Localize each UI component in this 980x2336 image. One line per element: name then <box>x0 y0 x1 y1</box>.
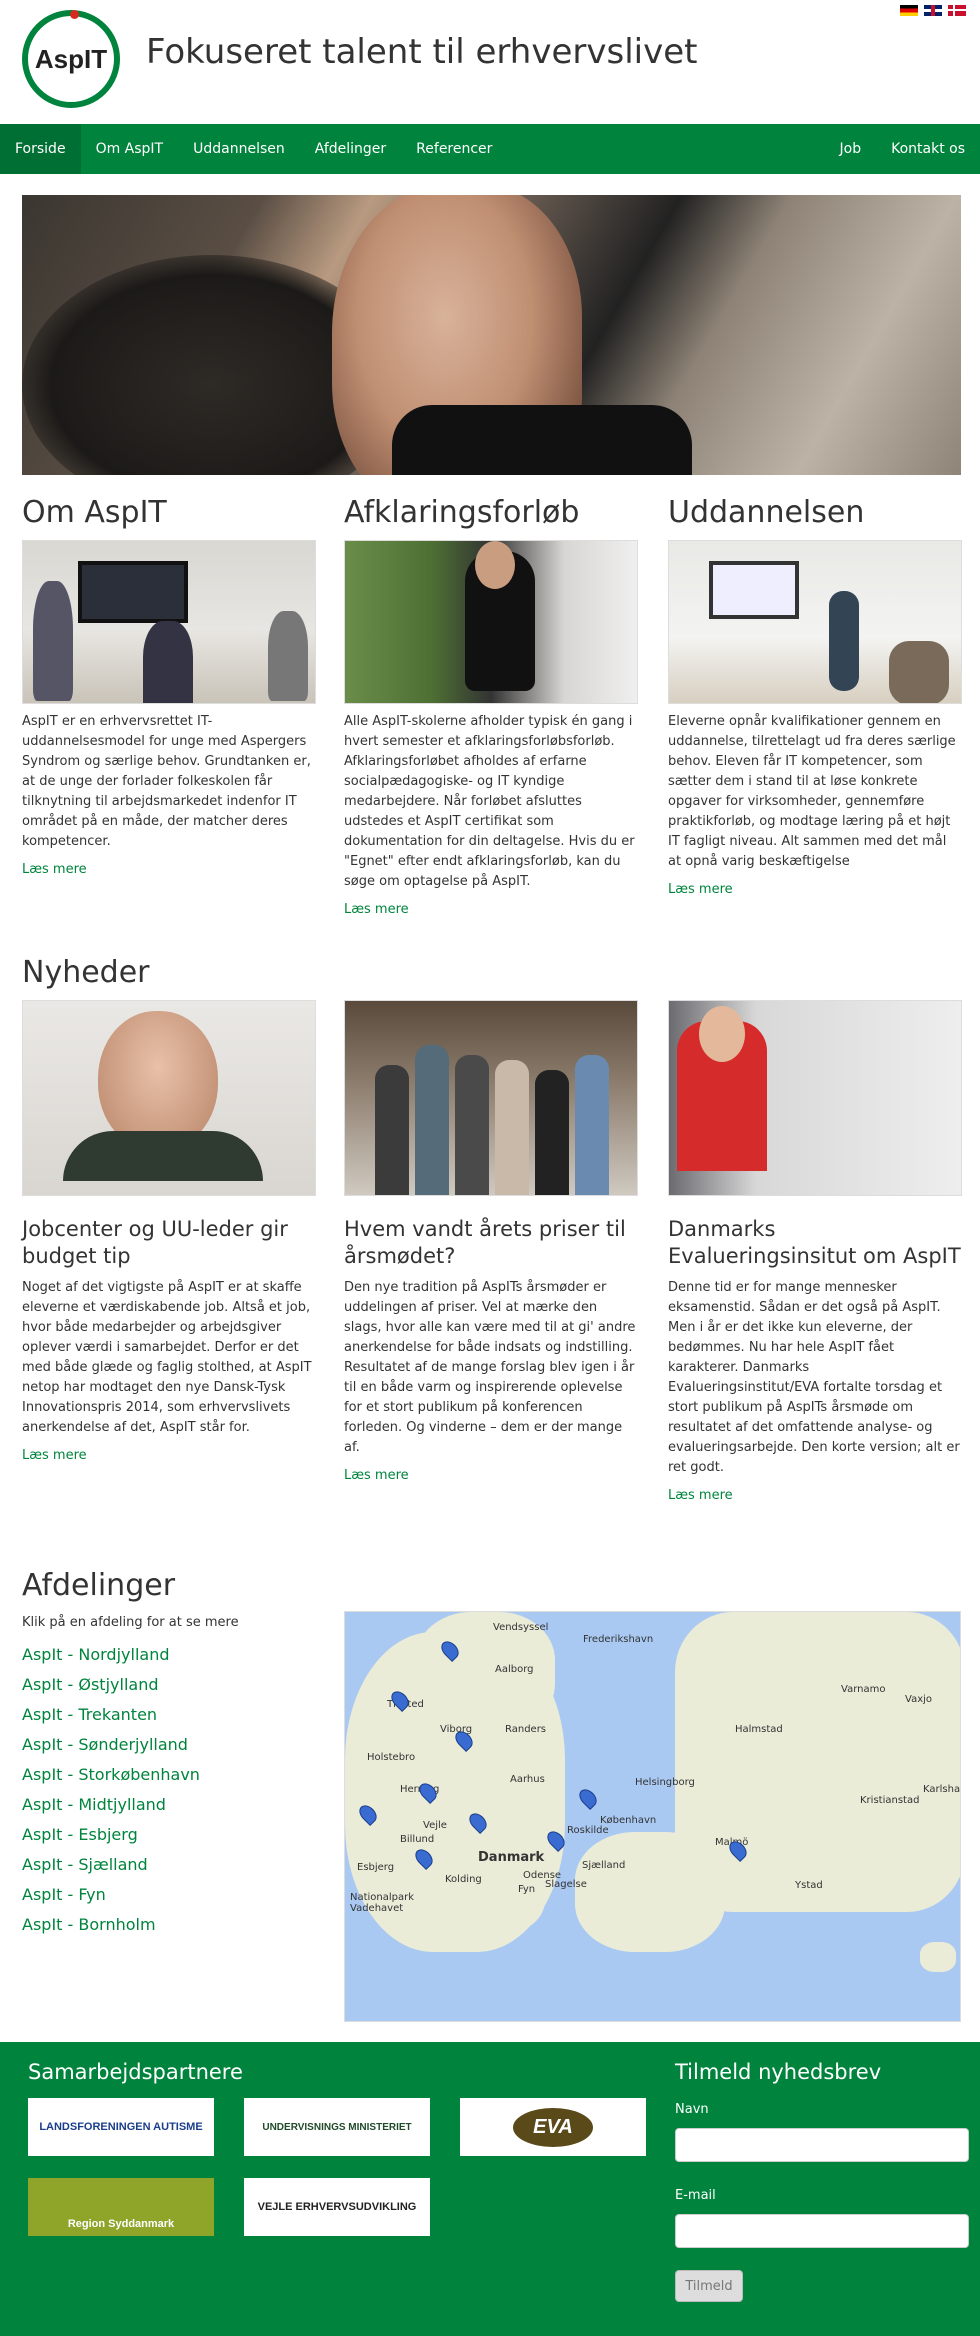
news-image-1[interactable] <box>22 1000 316 1196</box>
partner-logo-vejle[interactable]: VEJLE ERHVERVSUDVIKLING <box>244 2178 430 2236</box>
email-field[interactable] <box>675 2214 969 2248</box>
map-label: Ystad <box>795 1880 823 1891</box>
map-label: Sjælland <box>582 1860 626 1871</box>
map-label: Karlshamn <box>923 1784 961 1795</box>
department-link[interactable]: AspIt - Bornholm <box>22 1910 200 1940</box>
nav-item-om-aspit[interactable]: Om AspIT <box>81 124 179 174</box>
departments-list: AspIt - Nordjylland AspIt - Østjylland A… <box>22 1640 200 1940</box>
news-item: Jobcenter og UU-leder gir budget tip Nog… <box>22 1000 316 1463</box>
map-label: Vendsyssel <box>493 1622 549 1633</box>
department-link[interactable]: AspIt - Sjælland <box>22 1850 200 1880</box>
nav-item-forside[interactable]: Forside <box>0 124 81 174</box>
news-headline-3[interactable]: Danmarks Evalueringsinsitut om AspIT <box>668 1216 962 1270</box>
news-image-2[interactable] <box>344 1000 638 1196</box>
news-image-3[interactable] <box>668 1000 962 1196</box>
map-label: Billund <box>400 1834 435 1845</box>
map-label: Roskilde <box>567 1825 609 1836</box>
hero-image <box>22 195 961 475</box>
subscribe-button[interactable]: Tilmeld <box>675 2270 743 2302</box>
eva-label: EVA <box>513 2107 593 2147</box>
news-text-3: Denne tid er for mange mennesker eksamen… <box>668 1280 960 1475</box>
email-label: E-mail <box>675 2188 716 2203</box>
site-header: AspIT Fokuseret talent til erhvervslivet <box>0 0 980 124</box>
section-title-afklaring: Afklaringsforløb <box>344 495 580 530</box>
nav-item-uddannelsen[interactable]: Uddannelsen <box>178 124 300 174</box>
section-title-uddannelsen: Uddannelsen <box>668 495 865 530</box>
uddannelsen-read-more-link[interactable]: Læs mere <box>668 882 962 897</box>
om-aspit-column: AspIT er en erhvervsrettet IT-uddannelse… <box>22 540 316 877</box>
news-read-more-link-2[interactable]: Læs mere <box>344 1468 638 1483</box>
map-label: Kolding <box>445 1874 482 1885</box>
partner-logo-undervisningsministeriet[interactable]: UNDERVISNINGS MINISTERIET <box>244 2098 430 2156</box>
departments-intro: Klik på en afdeling for at se mere <box>22 1615 239 1630</box>
partner-logo-eva[interactable]: EVA <box>460 2098 646 2156</box>
uddannelsen-image[interactable] <box>668 540 962 704</box>
map-label: Aarhus <box>510 1774 545 1785</box>
nav-item-afdelinger[interactable]: Afdelinger <box>300 124 401 174</box>
partner-logo-autisme[interactable]: LANDSFORENINGEN AUTISME <box>28 2098 214 2156</box>
department-link[interactable]: AspIt - Midtjylland <box>22 1790 200 1820</box>
map-label: Helsingborg <box>635 1777 695 1788</box>
afklaring-column: Alle AspIT-skolerne afholder typisk én g… <box>344 540 638 917</box>
newsletter-title: Tilmeld nyhedsbrev <box>675 2060 882 2084</box>
department-link[interactable]: AspIt - Trekanten <box>22 1700 200 1730</box>
department-link[interactable]: AspIt - Sønderjylland <box>22 1730 200 1760</box>
map-label: Esbjerg <box>357 1862 395 1873</box>
map-label: Frederikshavn <box>583 1634 654 1645</box>
name-label: Navn <box>675 2102 709 2117</box>
partners-title: Samarbejdspartnere <box>28 2060 243 2084</box>
afklaring-text: Alle AspIT-skolerne afholder typisk én g… <box>344 714 635 889</box>
om-aspit-text: AspIT er en erhvervsrettet IT-uddannelse… <box>22 714 311 849</box>
logo-text: AspIT <box>34 43 108 74</box>
om-aspit-read-more-link[interactable]: Læs mere <box>22 862 316 877</box>
department-link[interactable]: AspIt - Fyn <box>22 1880 200 1910</box>
nav-right: Job Kontakt os <box>825 124 980 174</box>
news-read-more-link-3[interactable]: Læs mere <box>668 1488 962 1503</box>
uddannelsen-column: Eleverne opnår kvalifikationer gennem en… <box>668 540 962 897</box>
departments-title: Afdelinger <box>22 1568 176 1603</box>
map-label: Randers <box>505 1724 547 1735</box>
name-field[interactable] <box>675 2128 969 2162</box>
news-text-1: Noget af det vigtigste på AspIT er at sk… <box>22 1280 312 1435</box>
nav-item-referencer[interactable]: Referencer <box>401 124 507 174</box>
map-label: Nationalpark Vadehavet <box>350 1892 415 1914</box>
map-label: Slagelse <box>545 1879 587 1890</box>
logo-dot <box>70 10 79 19</box>
map-label: Holstebro <box>367 1752 416 1763</box>
news-text-2: Den nye tradition på AspITs årsmøder er … <box>344 1280 636 1455</box>
map-label: Vaxjo <box>905 1694 933 1705</box>
main-nav: Forside Om AspIT Uddannelsen Afdelinger … <box>0 124 980 174</box>
aspit-logo[interactable]: AspIT <box>22 10 120 108</box>
site-title: Fokuseret talent til erhvervslivet <box>146 32 698 72</box>
map-label: Fyn <box>518 1884 536 1895</box>
department-link[interactable]: AspIt - Esbjerg <box>22 1820 200 1850</box>
news-item: Danmarks Evalueringsinsitut om AspIT Den… <box>668 1000 962 1503</box>
afklaring-image[interactable] <box>344 540 638 704</box>
news-read-more-link-1[interactable]: Læs mere <box>22 1448 316 1463</box>
map-label: Kristianstad <box>860 1795 920 1806</box>
nav-item-kontakt[interactable]: Kontakt os <box>876 124 980 174</box>
site-footer: Samarbejdspartnere LANDSFORENINGEN AUTIS… <box>0 2042 980 2336</box>
afklaring-read-more-link[interactable]: Læs mere <box>344 902 638 917</box>
news-section-title: Nyheder <box>22 955 150 990</box>
map-label: Vejle <box>423 1820 447 1831</box>
section-title-om-aspit: Om AspIT <box>22 495 167 530</box>
om-aspit-image[interactable] <box>22 540 316 704</box>
department-link[interactable]: AspIt - Storkøbenhavn <box>22 1760 200 1790</box>
uddannelsen-text: Eleverne opnår kvalifikationer gennem en… <box>668 714 956 869</box>
map-label: Halmstad <box>735 1724 783 1735</box>
news-headline-1[interactable]: Jobcenter og UU-leder gir budget tip <box>22 1216 316 1270</box>
nav-item-job[interactable]: Job <box>825 124 877 174</box>
map-pin-icon[interactable] <box>575 1785 601 1811</box>
departments-map[interactable]: Aalborg Thisted Viborg Randers Holstebro… <box>344 1611 961 2022</box>
nav-left: Forside Om AspIT Uddannelsen Afdelinger … <box>0 124 507 174</box>
partner-logo-region-syddanmark[interactable]: Region Syddanmark <box>28 2178 214 2236</box>
map-label: Aalborg <box>495 1664 534 1675</box>
department-link[interactable]: AspIt - Nordjylland <box>22 1640 200 1670</box>
map-label: Varnamo <box>841 1684 886 1695</box>
department-link[interactable]: AspIt - Østjylland <box>22 1670 200 1700</box>
news-headline-2[interactable]: Hvem vandt årets priser til årsmødet? <box>344 1216 638 1270</box>
news-item: Hvem vandt årets priser til årsmødet? De… <box>344 1000 638 1483</box>
map-label: Danmark <box>478 1850 545 1865</box>
